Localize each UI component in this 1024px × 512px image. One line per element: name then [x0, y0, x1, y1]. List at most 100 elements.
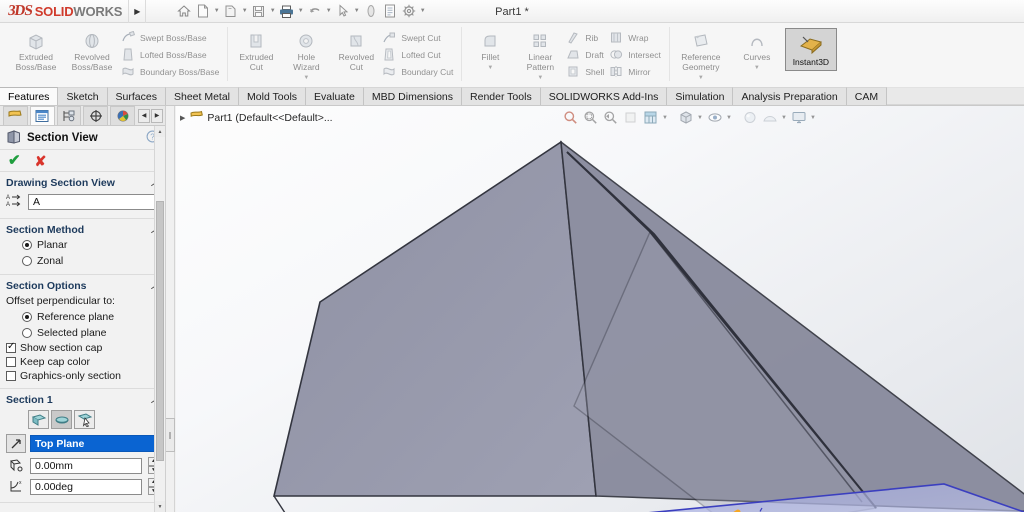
top-plane-button[interactable]: [51, 410, 72, 429]
print-icon[interactable]: [277, 2, 296, 21]
file-properties-icon[interactable]: [380, 2, 399, 21]
keep-cap-color-row[interactable]: Keep cap color: [0, 355, 165, 369]
print-caret-icon[interactable]: ▼: [296, 2, 305, 21]
open-document-icon[interactable]: [221, 2, 240, 21]
panel-splitter-grip[interactable]: [166, 418, 175, 452]
offset-distance-input[interactable]: 0.00mm: [30, 457, 142, 474]
ribbon-group-features: Fillet ▼ Linear Pattern ▼ Rib Draft Shel…: [461, 23, 669, 87]
reference-geometry-button[interactable]: Reference Geometry ▼: [673, 26, 729, 81]
configuration-manager-tab[interactable]: [56, 106, 82, 125]
svg-text:x: x: [19, 480, 22, 486]
tab-render-tools[interactable]: Render Tools: [462, 87, 541, 105]
tab-sketch[interactable]: Sketch: [58, 87, 108, 105]
panel-scroll-thumb[interactable]: [156, 201, 164, 461]
reference-plane-radio[interactable]: [22, 312, 32, 322]
dimxpert-manager-tab[interactable]: [83, 106, 109, 125]
save-caret-icon[interactable]: ▼: [268, 2, 277, 21]
curves-button[interactable]: Curves ▼: [729, 26, 785, 72]
front-plane-button[interactable]: [28, 410, 49, 429]
intersect-button[interactable]: Intersect: [608, 46, 665, 63]
extruded-cut-button[interactable]: Extruded Cut: [231, 26, 281, 73]
home-icon[interactable]: [174, 2, 193, 21]
lofted-cut-button[interactable]: Lofted Cut: [381, 46, 457, 63]
selected-plane-radio[interactable]: [22, 328, 32, 338]
shell-button[interactable]: Shell: [565, 63, 608, 80]
rebuild-icon[interactable]: [361, 2, 380, 21]
instant3d-button[interactable]: Instant3D: [784, 28, 837, 71]
swept-cut-button[interactable]: Swept Cut: [381, 29, 457, 46]
section-method-zonal-option[interactable]: Zonal: [0, 253, 165, 269]
feature-manager-tree-tab[interactable]: [3, 106, 28, 125]
draft-button[interactable]: Draft: [565, 46, 608, 63]
reference-geometry-dropdown-icon[interactable]: ▼: [698, 75, 704, 82]
tab-mold-tools[interactable]: Mold Tools: [239, 87, 307, 105]
panel-scroll-down-button[interactable]: ▼: [155, 501, 165, 512]
fillet-icon: [480, 30, 500, 52]
mirror-button[interactable]: Mirror: [608, 63, 665, 80]
linear-pattern-dropdown-icon[interactable]: ▼: [537, 75, 543, 82]
tab-cam[interactable]: CAM: [846, 87, 888, 105]
undo-icon[interactable]: [305, 2, 324, 21]
reference-plane-selection-field[interactable]: Top Plane: [30, 435, 159, 452]
swept-boss-base-button[interactable]: Swept Boss/Base: [120, 29, 223, 46]
tab-mbd-dimensions[interactable]: MBD Dimensions: [363, 87, 463, 105]
section-name-input[interactable]: A: [28, 193, 159, 210]
selected-plane-option[interactable]: Selected plane: [0, 325, 165, 341]
options-caret-icon[interactable]: ▼: [418, 2, 427, 21]
select-icon[interactable]: [333, 2, 352, 21]
graphics-only-section-checkbox[interactable]: [6, 371, 16, 381]
revolved-cut-button[interactable]: Revolved Cut: [331, 26, 381, 73]
menu-expand-arrow[interactable]: ▶: [128, 0, 147, 23]
zonal-radio[interactable]: [22, 256, 32, 266]
boundary-boss-base-button[interactable]: Boundary Boss/Base: [120, 63, 223, 80]
hole-wizard-button[interactable]: Hole Wizard ▼: [281, 26, 331, 81]
show-section-cap-checkbox[interactable]: [6, 341, 16, 353]
tab-analysis-preparation[interactable]: Analysis Preparation: [733, 87, 847, 105]
extruded-boss-base-button[interactable]: Extruded Boss/Base: [8, 26, 64, 73]
tab-sheet-metal[interactable]: Sheet Metal: [165, 87, 240, 105]
reference-plane-option[interactable]: Reference plane: [0, 309, 165, 325]
fillet-button[interactable]: Fillet ▼: [465, 26, 515, 72]
property-manager-tab[interactable]: [29, 106, 55, 125]
section-method-planar-option[interactable]: Planar: [0, 237, 165, 253]
wrap-button[interactable]: Wrap: [608, 29, 665, 46]
tab-evaluate[interactable]: Evaluate: [306, 87, 364, 105]
tab-simulation[interactable]: Simulation: [667, 87, 734, 105]
property-list-icon: [35, 110, 49, 122]
options-gear-icon[interactable]: [399, 2, 418, 21]
undo-caret-icon[interactable]: ▼: [324, 2, 333, 21]
hole-wizard-dropdown-icon[interactable]: ▼: [303, 75, 309, 82]
open-document-caret-icon[interactable]: ▼: [240, 2, 249, 21]
planar-radio[interactable]: [22, 240, 32, 250]
rib-button[interactable]: Rib: [565, 29, 608, 46]
save-icon[interactable]: [249, 2, 268, 21]
lofted-boss-base-button[interactable]: Lofted Boss/Base: [120, 46, 223, 63]
tab-features[interactable]: Features: [0, 87, 59, 105]
pyramid-section-model[interactable]: [176, 106, 1024, 512]
show-section-cap-row[interactable]: Show section cap: [0, 341, 165, 355]
rotation-angle-input[interactable]: 0.00deg: [30, 478, 142, 495]
boundary-cut-button[interactable]: Boundary Cut: [381, 63, 457, 80]
fillet-dropdown-icon[interactable]: ▼: [487, 65, 493, 72]
right-plane-button[interactable]: [74, 410, 95, 429]
panel-scrollbar[interactable]: ▲ ▼: [154, 126, 165, 512]
reference-selection-icon[interactable]: [6, 434, 26, 453]
ok-button[interactable]: ✔: [8, 153, 21, 168]
linear-pattern-button[interactable]: Linear Pattern ▼: [515, 26, 565, 81]
revolved-boss-base-button[interactable]: Revolved Boss/Base: [64, 26, 120, 73]
select-caret-icon[interactable]: ▼: [352, 2, 361, 21]
keep-cap-color-checkbox[interactable]: [6, 357, 16, 367]
panel-splitter[interactable]: [166, 106, 175, 512]
manager-tab-next-button[interactable]: ▶: [151, 108, 163, 123]
display-manager-tab[interactable]: [110, 106, 135, 125]
tab-surfaces[interactable]: Surfaces: [107, 87, 166, 105]
graphics-area[interactable]: ▶ Part1 (Default<<Default>... ▼ ▼ ▼ ▼ ▼: [176, 106, 1024, 512]
new-document-icon[interactable]: [193, 2, 212, 21]
manager-tab-prev-button[interactable]: ◀: [138, 108, 150, 123]
cancel-button[interactable]: ✘: [35, 154, 47, 168]
curves-dropdown-icon[interactable]: ▼: [754, 65, 760, 72]
graphics-only-section-row[interactable]: Graphics-only section: [0, 369, 165, 383]
panel-scroll-up-button[interactable]: ▲: [155, 126, 165, 137]
new-document-caret-icon[interactable]: ▼: [212, 2, 221, 21]
tab-solidworks-add-ins[interactable]: SOLIDWORKS Add-Ins: [540, 87, 668, 105]
